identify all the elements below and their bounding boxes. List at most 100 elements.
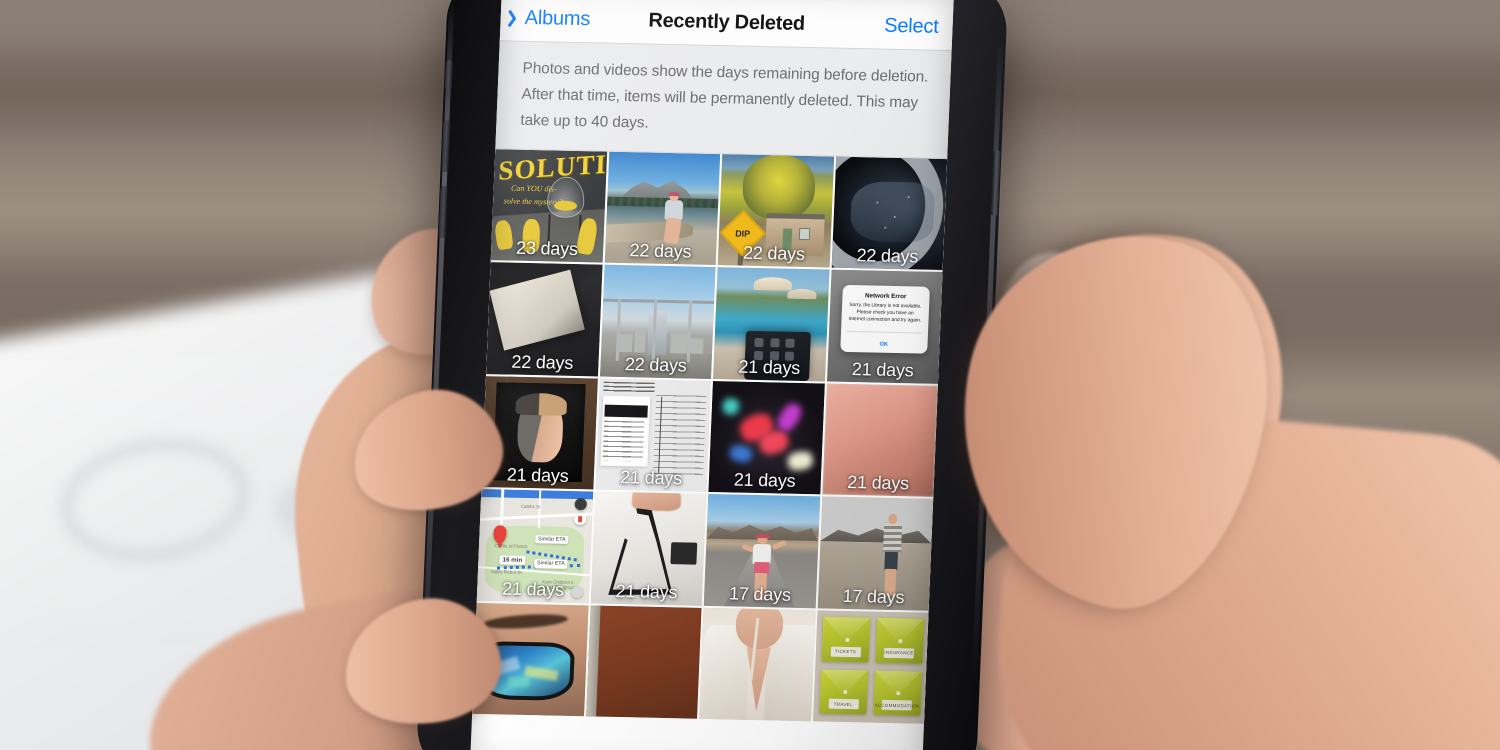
photo-thumbnail-maps-route: Similar ETA Similar ETA 16 min Calshs St… xyxy=(476,489,593,603)
iphone-device: Albums Recently Deleted Select Photos an… xyxy=(415,0,1009,750)
compass-icon xyxy=(574,497,587,511)
photo-cell[interactable]: SOLUTION Can YOU dis-solve the mystery? … xyxy=(490,148,607,263)
envelope-item: TRAVEL xyxy=(819,669,869,715)
photo-cell[interactable]: 21 days xyxy=(821,383,938,497)
deletion-notice-text: Photos and videos show the days remainin… xyxy=(520,59,929,132)
envelope-label: TRAVEL xyxy=(828,698,859,710)
envelope-label: TICKETS xyxy=(830,646,861,657)
photo-cell[interactable]: DIP 22 days xyxy=(717,153,834,268)
person-figure xyxy=(741,533,787,601)
envelope-item: TICKETS xyxy=(821,616,871,663)
photo-cell[interactable]: 22 days xyxy=(486,262,603,377)
eyebrow-shape xyxy=(482,611,568,631)
alert-body: Sorry, the Library is not available. Ple… xyxy=(848,302,922,324)
light-streak xyxy=(728,443,754,464)
photo-cell[interactable]: 21 days xyxy=(590,491,707,606)
hazmat-figure xyxy=(522,218,541,253)
photo-cell[interactable]: 22 days xyxy=(831,156,948,271)
select-button[interactable]: Select xyxy=(884,15,953,39)
photo-thumbnail-brown-frame xyxy=(585,605,702,719)
photo-cell[interactable] xyxy=(585,605,702,719)
photo-thumbnail-paper-closeup xyxy=(486,262,603,377)
photo-cell[interactable]: TICKETS INSURANCE TRAVEL ACCOMMODATION xyxy=(812,609,929,724)
email-highlight-block xyxy=(604,405,648,418)
door-shape xyxy=(782,228,793,252)
photo-thumbnail-blurred-lights xyxy=(708,380,825,495)
person-figure xyxy=(658,191,694,247)
location-pin-icon xyxy=(573,513,587,526)
photo-thumbnail-desert-road xyxy=(703,494,820,608)
photo-cell[interactable]: Network Error Sorry, the Library is not … xyxy=(826,269,943,384)
street-label: Calshs St xyxy=(520,503,541,509)
photo-cell[interactable]: 22 days xyxy=(599,264,716,379)
photo-thumbnail-dress-sketch xyxy=(590,491,707,606)
envelope-item: ACCOMMODATION xyxy=(873,670,922,716)
envelope-label: ACCOMMODATION xyxy=(874,699,919,711)
photo-thumbnail-solution-poster: SOLUTION Can YOU dis-solve the mystery? xyxy=(490,148,607,263)
alert-divider xyxy=(846,331,922,334)
light-streak xyxy=(774,399,805,434)
photo-cell[interactable]: 21 days xyxy=(594,378,711,493)
mountain-range xyxy=(820,523,932,543)
chevron-left-icon xyxy=(510,9,522,28)
photo-cell[interactable]: 17 days xyxy=(703,494,820,608)
eta-chip: Similar ETA xyxy=(534,534,569,545)
photo-cell[interactable]: 21 days xyxy=(708,380,825,495)
road-line xyxy=(537,490,542,529)
photo-thumbnail-desert-walker xyxy=(817,497,933,611)
tower-shape xyxy=(647,310,669,356)
window-shape xyxy=(799,228,811,240)
phone-screen: Albums Recently Deleted Select Photos an… xyxy=(469,0,955,750)
photo-thumbnail-white-blouse xyxy=(699,607,816,722)
photo-scene: Albums Recently Deleted Select Photos an… xyxy=(0,0,1500,750)
photo-cell[interactable]: Similar ETA Similar ETA 16 min Calshs St… xyxy=(476,489,593,603)
umbrella-shape xyxy=(787,288,818,300)
email-body-lines xyxy=(602,420,645,462)
artwork-frame xyxy=(492,382,587,483)
eta-chip: Similar ETA xyxy=(533,559,568,569)
email-header-lines xyxy=(603,381,656,393)
envelope-item: INSURANCE xyxy=(875,617,924,664)
bag-shape xyxy=(669,542,698,566)
photo-cell[interactable]: 22 days xyxy=(604,151,721,266)
photo-thumbnail-poolside xyxy=(713,267,830,382)
maps-status-bar xyxy=(481,489,593,500)
photo-thumbnail-envelopes: TICKETS INSURANCE TRAVEL ACCOMMODATION xyxy=(812,609,929,724)
photo-thumbnail-city-skyline xyxy=(599,264,716,379)
photo-cell[interactable]: 17 days xyxy=(817,496,934,611)
window-glass xyxy=(850,181,936,244)
envelope-label: INSURANCE xyxy=(883,647,915,659)
hand-shape xyxy=(631,491,683,512)
light-streak xyxy=(786,449,814,472)
autumn-tree xyxy=(741,154,816,221)
settings-icon xyxy=(570,586,584,599)
photo-cell[interactable]: 21 days xyxy=(713,267,830,382)
photo-thumbnail-network-error: Network Error Sorry, the Library is not … xyxy=(826,269,943,384)
alert-title: Network Error xyxy=(864,291,907,300)
photo-thumbnail-lake xyxy=(604,151,721,266)
paper-sheet xyxy=(489,269,585,351)
back-to-albums-button[interactable]: Albums xyxy=(500,6,590,31)
ground-shape xyxy=(817,541,932,611)
photo-thumbnail-out-of-focus xyxy=(821,383,938,497)
photo-thumbnail-booking-email xyxy=(594,378,711,493)
hair-shape xyxy=(515,392,568,416)
edge-shape xyxy=(585,605,601,717)
deletion-notice-banner: Photos and videos show the days remainin… xyxy=(495,41,952,159)
solution-headline: SOLUTION xyxy=(498,148,607,186)
dip-road-sign: DIP xyxy=(718,209,767,258)
photo-cell[interactable] xyxy=(699,607,816,722)
hazmat-figure xyxy=(494,219,514,251)
street-label: Castle of Forest xyxy=(494,542,528,549)
photo-grid: SOLUTION Can YOU dis-solve the mystery? … xyxy=(472,148,948,724)
person-figure xyxy=(876,513,908,597)
photo-thumbnail-autumn-street: DIP xyxy=(717,153,834,268)
mute-switch-button[interactable] xyxy=(444,60,453,91)
photo-thumbnail-airplane-window xyxy=(831,156,948,271)
alert-ok-button: OK xyxy=(879,341,889,348)
eta-badge: 16 min xyxy=(499,555,526,566)
umbrella-shape xyxy=(753,276,792,292)
network-error-alert: Network Error Sorry, the Library is not … xyxy=(839,284,930,354)
street-label: Notre Rebut St xyxy=(491,569,522,576)
dress-outline xyxy=(604,507,679,598)
